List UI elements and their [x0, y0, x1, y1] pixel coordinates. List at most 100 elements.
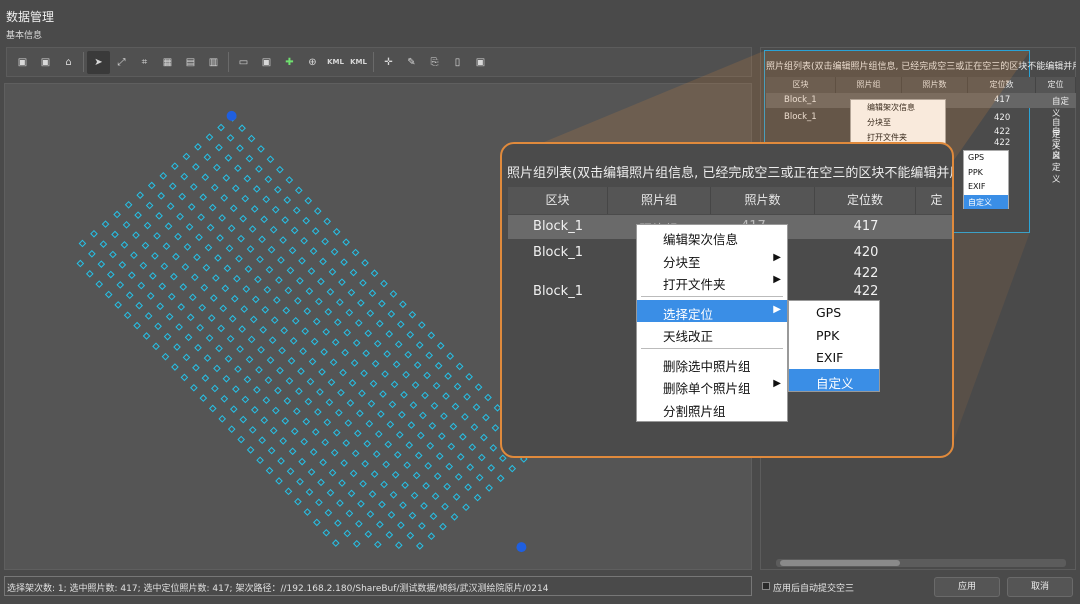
photo-point[interactable] [338, 278, 346, 286]
photo-point[interactable] [88, 249, 96, 258]
submenu-item[interactable]: EXIF [964, 180, 1008, 195]
photo-point[interactable] [307, 468, 316, 476]
photo-point[interactable] [303, 307, 312, 315]
photo-point[interactable] [252, 185, 261, 193]
photo-point[interactable] [317, 478, 325, 487]
photo-point[interactable] [199, 193, 208, 202]
photo-point[interactable] [245, 154, 254, 163]
photo-point[interactable] [404, 350, 412, 359]
photo-point[interactable] [200, 283, 209, 292]
photo-point[interactable] [201, 173, 210, 182]
photo-point[interactable] [99, 240, 108, 248]
photo-point[interactable] [122, 221, 131, 229]
transform-icon[interactable]: ⤢ [110, 51, 133, 74]
photo-point[interactable] [174, 232, 182, 241]
col-header[interactable]: 照片数 [711, 187, 815, 214]
photo-point[interactable] [233, 274, 241, 283]
auto-submit-checkbox[interactable] [762, 582, 770, 590]
photo-point[interactable] [225, 244, 234, 253]
photo-point[interactable] [368, 289, 377, 298]
photo-point[interactable] [454, 473, 463, 481]
photo-point[interactable] [345, 509, 354, 518]
home-icon[interactable]: ⌂ [57, 51, 80, 74]
photo-point[interactable] [141, 241, 150, 250]
photo-point[interactable] [418, 321, 426, 329]
photo-point[interactable] [205, 334, 214, 342]
photo-point[interactable] [136, 191, 144, 199]
submenu-item-ppk[interactable]: PPK [789, 324, 879, 347]
photo-point[interactable] [205, 133, 214, 141]
photo-point[interactable] [334, 519, 342, 527]
photo-point[interactable] [214, 254, 222, 262]
crop-icon[interactable]: ⌗ [133, 51, 156, 74]
photo-point[interactable] [300, 437, 309, 446]
photo-point[interactable] [267, 446, 276, 455]
photo-point[interactable] [95, 280, 104, 288]
photo-point[interactable] [429, 512, 438, 521]
photo-point[interactable] [281, 216, 289, 224]
menu-item-edit-flight[interactable]: 编辑架次信息 [637, 225, 787, 248]
photo-point[interactable] [281, 417, 290, 425]
photo-point[interactable] [123, 311, 132, 320]
photo-point[interactable] [351, 248, 360, 257]
photo-point[interactable] [113, 210, 121, 219]
photo-point[interactable] [302, 417, 311, 426]
photo-point[interactable] [482, 413, 490, 422]
photo-point[interactable] [268, 336, 277, 344]
photo-point[interactable] [391, 470, 400, 479]
photo-point[interactable] [154, 322, 162, 331]
photo-point[interactable] [180, 172, 189, 181]
photo-point[interactable] [243, 375, 252, 384]
photo-point[interactable] [324, 508, 333, 517]
photo-point[interactable] [267, 245, 276, 254]
submenu-item[interactable]: 自定义 [964, 194, 1008, 209]
photo-point[interactable] [292, 206, 301, 215]
photo-point[interactable] [276, 165, 284, 174]
photo-point[interactable] [308, 357, 317, 366]
photo-point[interactable] [310, 337, 319, 346]
photo-point[interactable] [296, 276, 304, 285]
photo-point[interactable] [212, 274, 220, 282]
photo-point[interactable] [184, 333, 193, 342]
photo-point[interactable] [450, 513, 459, 521]
photo-point[interactable] [90, 229, 98, 238]
photo-point[interactable] [118, 261, 127, 269]
photo-point[interactable] [269, 225, 278, 234]
photo-point[interactable] [106, 270, 115, 279]
corner-marker[interactable] [516, 542, 527, 553]
photo-point[interactable] [297, 367, 305, 376]
photo-point[interactable] [240, 305, 249, 313]
photo-point[interactable] [343, 328, 352, 337]
photo-point[interactable] [139, 261, 148, 270]
photo-point[interactable] [274, 386, 282, 395]
photo-point[interactable] [432, 381, 441, 390]
photo-point[interactable] [195, 233, 203, 242]
col-header[interactable]: 照片组 [836, 77, 902, 93]
photo-point[interactable] [311, 428, 320, 436]
photo-point[interactable] [314, 408, 322, 416]
photo-point[interactable] [489, 444, 498, 452]
photo-point[interactable] [336, 499, 344, 507]
kml-icon[interactable]: KML [324, 51, 347, 74]
photo-point[interactable] [368, 490, 377, 498]
photo-point[interactable] [235, 254, 243, 263]
photo-point[interactable] [394, 340, 403, 349]
photo-point[interactable] [230, 294, 239, 303]
photo-point[interactable] [472, 403, 481, 411]
photo-point[interactable] [375, 319, 384, 328]
photo-point[interactable] [361, 259, 369, 267]
photo-point[interactable] [173, 343, 181, 351]
photo-point[interactable] [427, 532, 436, 541]
photo-point[interactable] [256, 255, 264, 264]
photo-point[interactable] [407, 421, 416, 429]
photo-point[interactable] [266, 155, 275, 164]
photo-point[interactable] [439, 522, 447, 531]
photo-point[interactable] [251, 406, 259, 414]
col-header[interactable]: 定位 [1036, 77, 1076, 93]
horizontal-scrollbar[interactable] [776, 559, 1066, 567]
photo-point[interactable] [283, 196, 292, 204]
photo-point[interactable] [134, 211, 142, 219]
photo-point[interactable] [279, 437, 287, 445]
photo-point[interactable] [170, 272, 178, 281]
photo-point[interactable] [286, 266, 295, 275]
